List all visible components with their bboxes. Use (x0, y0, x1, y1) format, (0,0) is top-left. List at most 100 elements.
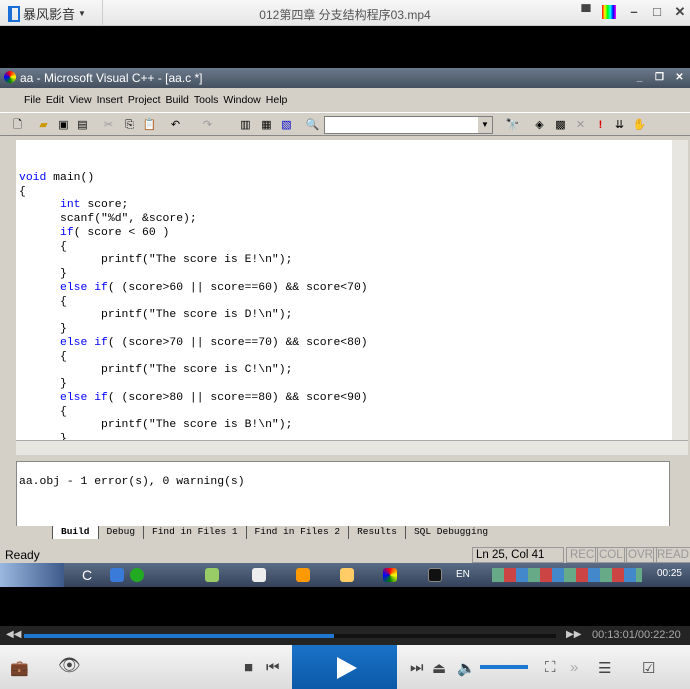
workspace-icon[interactable]: ▥ (238, 118, 253, 132)
checklist-icon[interactable]: ☑ (642, 659, 655, 677)
language-indicator[interactable]: EN (456, 569, 470, 580)
open-icon[interactable]: ▰ (36, 118, 51, 132)
code-editor[interactable]: void main(){ int score; scanf("%d", &sco… (4, 140, 672, 440)
cmd-icon[interactable] (428, 568, 442, 582)
maximize-button[interactable]: □ (650, 5, 664, 19)
find-combo[interactable]: ▼ (324, 116, 493, 134)
vc-app-icon (4, 71, 16, 83)
vertical-scrollbar[interactable] (672, 140, 688, 440)
paste-icon[interactable]: 📋 (142, 118, 157, 132)
breakpoint-hand-icon[interactable]: ✋ (632, 118, 647, 132)
go-icon[interactable]: ⇊ (612, 118, 627, 132)
task-icon[interactable] (340, 568, 354, 582)
col-indicator: COL (595, 547, 627, 563)
task-icon[interactable] (205, 568, 219, 582)
execute-icon[interactable]: ! (593, 118, 608, 132)
minimize-button[interactable]: – (627, 5, 641, 19)
code-line: int score; (60, 199, 129, 212)
clock: 00:25 (656, 568, 682, 579)
menu-project[interactable]: Project (128, 94, 161, 110)
redo-icon[interactable]: ↷ (200, 118, 215, 132)
undo-icon[interactable]: ↶ (168, 118, 183, 132)
comment-icon[interactable]: ▀ (579, 5, 593, 19)
tray-icons[interactable] (492, 568, 642, 582)
output-icon[interactable]: ▦ (259, 118, 274, 132)
cut-icon[interactable]: ✂ (101, 118, 116, 132)
player-controls: 💼 👁 ■ ⏮ ⏭ ⏏ 🔈 ⛶ » ☰ ☑ (0, 645, 690, 689)
menu-file[interactable]: File (24, 94, 41, 110)
tab-find-in-files-2[interactable]: Find in Files 2 (245, 526, 349, 539)
fast-forward-icon[interactable]: ▶▶ (566, 629, 581, 640)
code-line: } (19, 433, 67, 440)
close-button[interactable]: ✕ (672, 72, 687, 85)
toolbar: 🗋 ▰ ▣ ▤ ✂ ⎘ 📋 ↶ ↷ ▥ ▦ ▧ 🔍 ▼ 🔭 ◈ ▩ ✕ ! ⇊ … (0, 112, 690, 136)
menu-bar: File Edit View Insert Project Build Tool… (0, 90, 690, 110)
code-line: printf("The score is D!\n"); (19, 309, 293, 322)
code-line: } (19, 268, 67, 280)
tab-find-in-files-1[interactable]: Find in Files 1 (143, 526, 246, 539)
code-line: } (19, 378, 67, 390)
menu-view[interactable]: View (69, 94, 92, 110)
code-line: { (19, 405, 67, 418)
status-bar: Ready Ln 25, Col 41 REC COL OVR READ (0, 547, 690, 563)
build-icon[interactable]: ▩ (553, 118, 568, 132)
expand-icon[interactable]: » (570, 659, 578, 676)
time-display: 00:13:01/00:22:20 (592, 629, 681, 641)
tab-sql-debugging[interactable]: SQL Debugging (404, 526, 496, 539)
menu-build[interactable]: Build (166, 94, 189, 110)
seek-bar[interactable] (24, 634, 556, 638)
find-icon[interactable]: 🔭 (505, 118, 520, 132)
menu-help[interactable]: Help (266, 94, 288, 110)
code-line: } (19, 323, 67, 335)
ovr-indicator: OVR (624, 547, 657, 563)
output-tabs: Build Debug Find in Files 1 Find in File… (16, 526, 670, 539)
help-task-icon[interactable] (252, 568, 266, 582)
stop-build-icon[interactable]: ✕ (573, 118, 588, 132)
vc-task-icon[interactable] (383, 568, 397, 582)
horizontal-scrollbar[interactable] (16, 440, 688, 455)
player-titlebar: 暴风影音 ▼ 012第四章 分支结构程序03.mp4 ▀ – □ ✕ (0, 0, 690, 26)
code-line: if( score < 60 ) (60, 226, 170, 239)
skin-icon[interactable] (602, 5, 616, 19)
find-in-files-icon[interactable]: 🔍 (305, 118, 320, 132)
new-file-icon[interactable]: 🗋 (10, 118, 25, 132)
volume-icon[interactable]: 🔈 (457, 659, 476, 677)
start-button[interactable] (0, 563, 64, 587)
code-text: void main(){ int score; scanf("%d", &sco… (19, 158, 368, 440)
chevron-down-icon[interactable]: ▼ (478, 117, 492, 133)
code-line: { (19, 185, 26, 198)
vc-window: aa - Microsoft Visual C++ - [aa.c *] _ ❐… (0, 68, 690, 587)
windows-icon[interactable]: ▧ (279, 118, 294, 132)
save-all-icon[interactable]: ▤ (75, 118, 90, 132)
tab-build[interactable]: Build (52, 526, 98, 539)
tab-results[interactable]: Results (348, 526, 405, 539)
minimize-button[interactable]: _ (632, 72, 647, 85)
eject-icon[interactable]: ⏏ (432, 659, 446, 677)
next-icon[interactable]: ⏭ (410, 659, 424, 676)
previous-icon[interactable]: ⏮ (266, 659, 280, 676)
toolbox-icon[interactable]: 💼 (10, 659, 29, 677)
copy-icon[interactable]: ⎘ (122, 118, 137, 132)
save-icon[interactable]: ▣ (56, 118, 71, 132)
menu-insert[interactable]: Insert (97, 94, 123, 110)
play-button[interactable] (292, 645, 397, 689)
rewind-icon[interactable]: ◀◀ (6, 629, 21, 640)
code-line: printf("The score is C!\n"); (19, 364, 293, 377)
menu-edit[interactable]: Edit (46, 94, 64, 110)
p-task-icon[interactable] (296, 568, 310, 582)
browser-icon[interactable] (130, 568, 144, 582)
stop-icon[interactable]: ■ (244, 659, 253, 676)
restore-button[interactable]: ❐ (652, 72, 667, 85)
volume-slider[interactable] (480, 665, 528, 669)
compile-icon[interactable]: ◈ (532, 118, 547, 132)
ie-icon[interactable] (110, 568, 124, 582)
code-line: else if( (score>80 || score==80) && scor… (60, 391, 368, 404)
close-button[interactable]: ✕ (673, 5, 687, 19)
fullscreen-icon[interactable]: ⛶ (545, 659, 556, 676)
menu-tools[interactable]: Tools (194, 94, 219, 110)
quick-launch-c[interactable]: C (82, 567, 92, 583)
tab-debug[interactable]: Debug (97, 526, 144, 539)
menu-window[interactable]: Window (223, 94, 260, 110)
eye-icon[interactable]: 👁 (58, 655, 81, 676)
playlist-icon[interactable]: ☰ (598, 659, 611, 677)
